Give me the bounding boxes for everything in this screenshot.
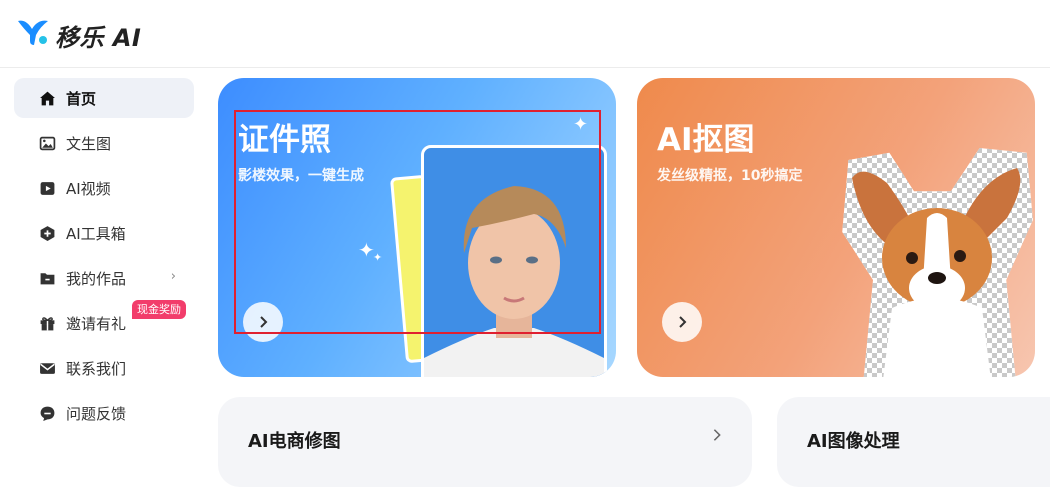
ecommerce-section[interactable]: AI电商修图 [218,397,752,487]
card-subtitle: 影楼效果，一键生成 [238,168,364,184]
card-subtitle: 发丝级精抠，10秒搞定 [657,168,803,184]
sidebar-item-text-to-image[interactable]: 文生图 [14,123,194,163]
feedback-icon [38,404,56,422]
folder-icon [38,269,56,287]
sidebar-item-label: 文生图 [66,134,112,153]
card-title: 证件照 [238,122,331,158]
sidebar-item-my-works[interactable]: 我的作品 › [14,258,194,298]
sidebar-item-invite[interactable]: 邀请有礼 现金奖励 [14,300,194,343]
toolbox-icon [38,224,56,242]
chevron-right-icon [260,316,268,328]
image-processing-section[interactable]: AI图像处理 [777,397,1050,487]
sparkle-icon: ✦ [373,251,383,264]
sidebar-item-label: 首页 [66,89,97,108]
section-title: AI图像处理 [807,431,900,452]
gift-icon [38,314,56,332]
sidebar-item-label: 联系我们 [66,359,127,378]
ai-cutout-card[interactable]: AI抠图 发丝级精抠，10秒搞定 [637,78,1035,377]
reward-badge: 现金奖励 [132,300,186,319]
id-photo-card[interactable]: 证件照 影楼效果，一键生成 ✦ ✦ ✦ [218,78,616,377]
sidebar: 首页 文生图 AI视频 AI工具箱 我的作品 › 邀请有礼 现金奖励 联系我们 … [14,78,194,438]
id-portrait-image [421,145,607,377]
video-icon [38,179,56,197]
sidebar-item-home[interactable]: 首页 [14,78,194,118]
sidebar-item-feedback[interactable]: 问题反馈 [14,393,194,433]
mail-icon [38,359,56,377]
sidebar-item-ai-video[interactable]: AI视频 [14,168,194,208]
sparkle-icon: ✦ [573,114,589,135]
sidebar-item-ai-toolbox[interactable]: AI工具箱 [14,213,194,253]
home-icon [38,89,56,107]
sidebar-item-label: 问题反馈 [66,404,127,423]
card-title: AI抠图 [657,122,755,158]
sidebar-item-label: AI视频 [66,179,111,198]
sidebar-item-label: 邀请有礼 [66,314,127,333]
cutout-go-button[interactable] [662,302,702,342]
section-title: AI电商修图 [248,431,341,452]
chevron-right-icon: › [170,269,176,284]
chevron-right-icon [679,316,687,328]
image-icon [38,134,56,152]
dog-cutout-image [832,148,1035,377]
sidebar-item-contact[interactable]: 联系我们 [14,348,194,388]
top-header: 移乐 AI [0,0,1050,68]
sidebar-item-label: AI工具箱 [66,224,126,243]
sidebar-item-label: 我的作品 [66,269,127,288]
logo-icon[interactable] [16,15,50,49]
app-name[interactable]: 移乐 AI [55,18,141,53]
chevron-right-icon[interactable] [710,427,724,446]
id-photo-go-button[interactable] [243,302,283,342]
